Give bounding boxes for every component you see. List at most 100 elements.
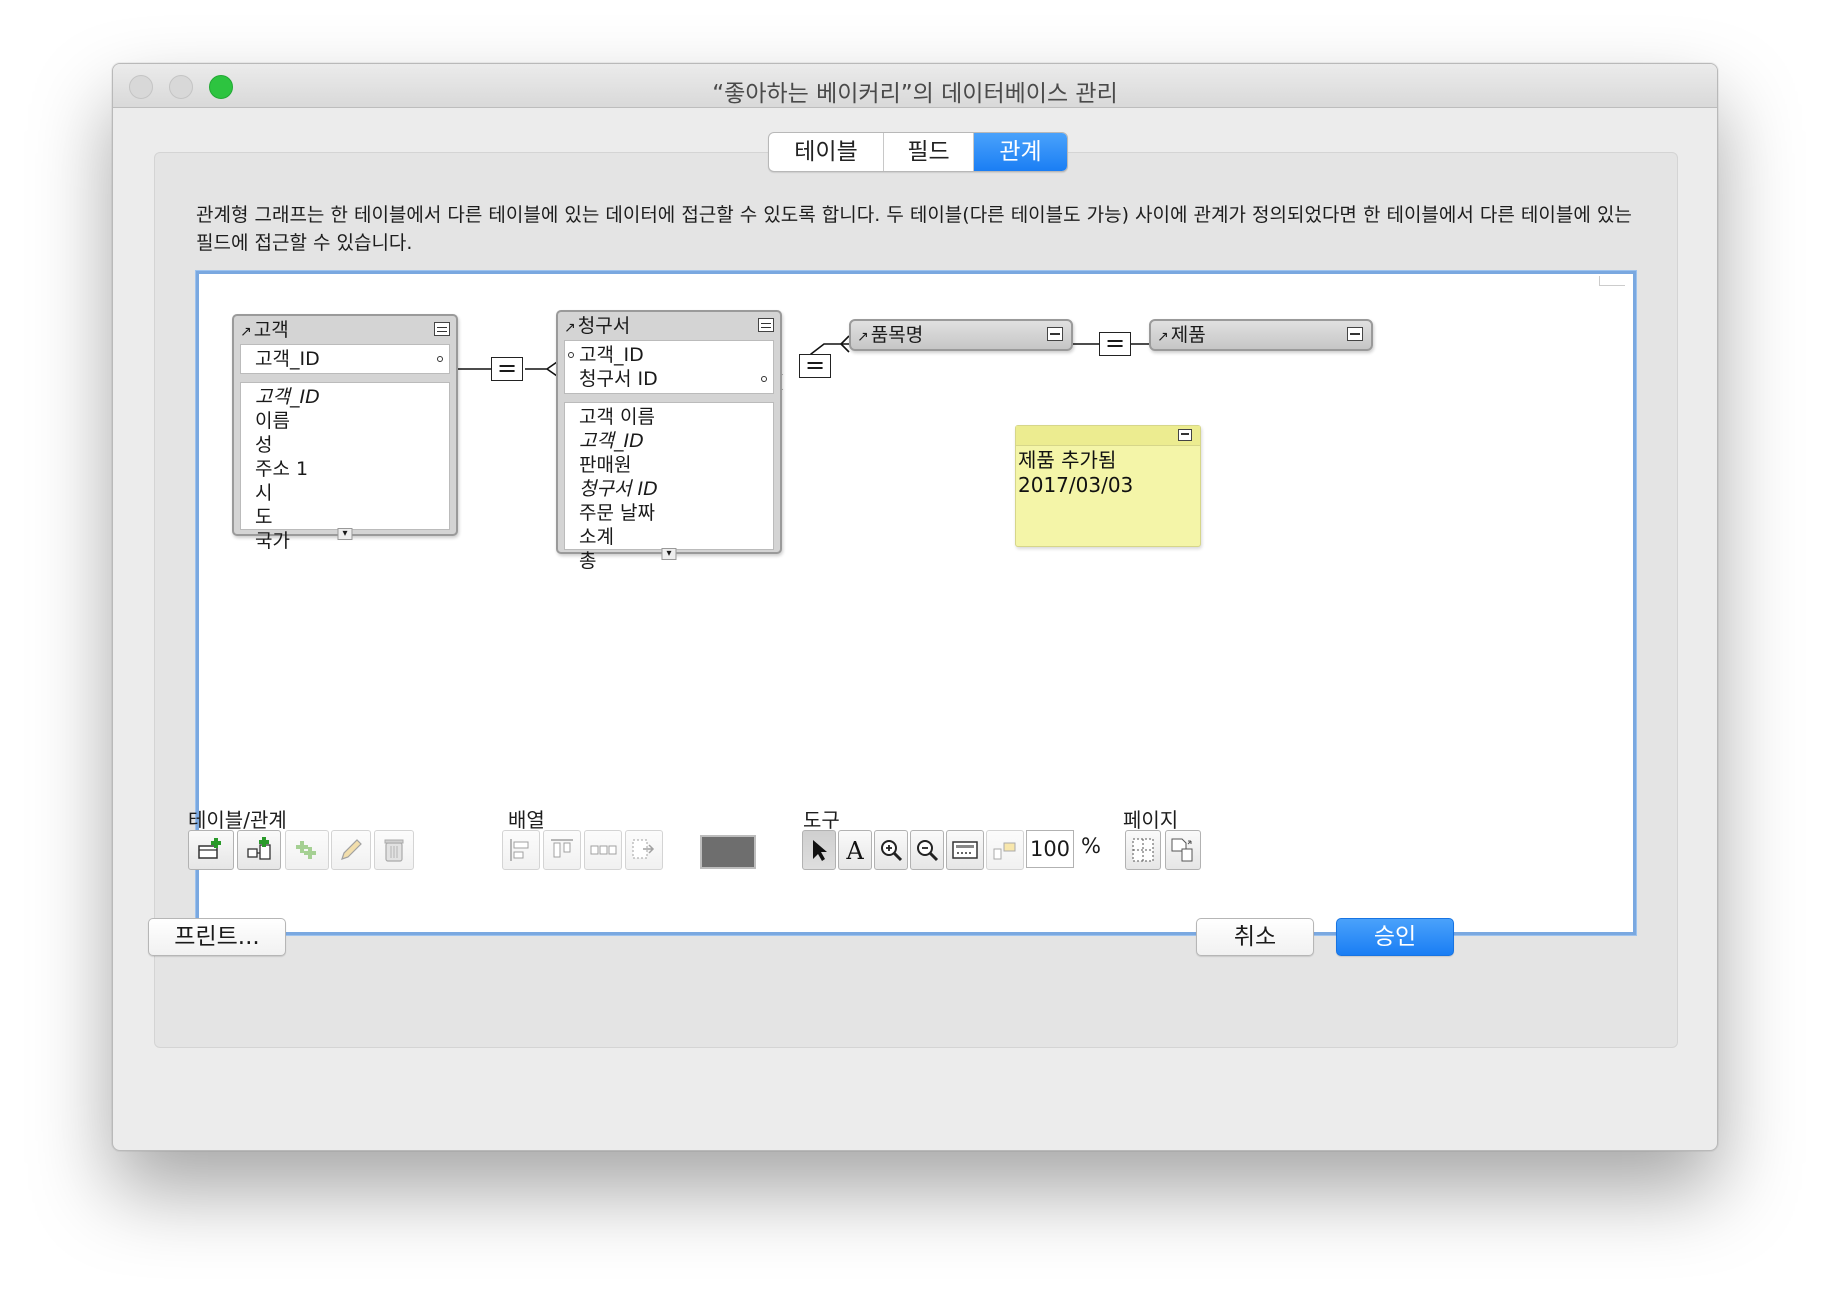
page-setup-button[interactable]	[1165, 830, 1201, 870]
tab-tables[interactable]: 테이블	[769, 133, 884, 171]
resize-button[interactable]	[625, 830, 663, 870]
collapse-note-icon[interactable]	[1178, 429, 1192, 441]
zoom-in-button[interactable]	[874, 830, 908, 870]
distribute-button[interactable]	[584, 830, 622, 870]
table-name: 제품	[1170, 324, 1206, 346]
zoom-percent-field[interactable]: 100	[1026, 830, 1074, 868]
delete-button[interactable]	[374, 830, 414, 870]
relationship-customer-invoice[interactable]	[491, 354, 523, 382]
key-field-list: 고객_ID 청구서 ID	[564, 340, 774, 394]
edit-button[interactable]	[331, 830, 371, 870]
align-top-button[interactable]	[543, 830, 581, 870]
field-item[interactable]: 고객_ID	[255, 385, 449, 409]
key-dot-icon	[437, 356, 443, 362]
scroll-down-icon[interactable]: ▾	[337, 528, 353, 540]
tab-fields[interactable]: 필드	[884, 133, 974, 171]
add-table-icon	[198, 838, 221, 859]
color-swatch-button[interactable]	[700, 835, 756, 869]
text-tool-button[interactable]: A	[838, 830, 872, 870]
tools-label: 도구	[803, 808, 840, 832]
trash-icon	[384, 839, 404, 862]
key-field[interactable]: 고객_ID	[568, 343, 773, 367]
field-item[interactable]: 고객_ID	[579, 429, 773, 453]
page-setup-icon	[1171, 838, 1193, 862]
cancel-button[interactable]: 취소	[1196, 918, 1314, 956]
field-item[interactable]: 판매원	[579, 453, 773, 477]
page-breaks-icon	[1132, 838, 1154, 862]
field-item[interactable]: 이름	[255, 409, 449, 433]
table-scroll-footer[interactable]: ▾	[234, 528, 456, 540]
table-header[interactable]: ↗ 청구서	[558, 312, 780, 340]
relationship-invoice-lineitem[interactable]	[799, 351, 831, 379]
align-button[interactable]	[502, 830, 540, 870]
tab-relationships[interactable]: 관계	[974, 133, 1067, 171]
key-dot-icon	[761, 376, 767, 382]
distribute-icon	[590, 845, 617, 855]
toggle-display-button[interactable]	[946, 830, 984, 870]
note-title-bar[interactable]	[1016, 426, 1200, 446]
expand-table-icon[interactable]	[1047, 327, 1063, 341]
table-occurrence-invoice[interactable]: ↗ 청구서 고객_ID 청구서 ID 고객 이름 고객_ID 판매원 청구서 ID…	[556, 310, 782, 572]
zoom-out-icon	[917, 840, 939, 862]
manage-database-window: “좋아하는 베이커리”의 데이터베이스 관리 테이블 필드 관계 관계형 그래프…	[112, 63, 1718, 1151]
field-item[interactable]: 주문 날짜	[579, 501, 773, 525]
pointer-tool-button[interactable]	[802, 830, 836, 870]
table-occurrence-customer[interactable]: ↗ 고객 고객_ID 고객_ID 이름 성 주소 1 시 도 국가 ▾	[232, 314, 458, 552]
table-occurrence-product[interactable]: ↗ 제품	[1149, 319, 1373, 351]
table-name: 고객	[253, 319, 289, 341]
print-button[interactable]: 프린트...	[148, 918, 286, 956]
field-item[interactable]: 도	[255, 505, 449, 529]
zoom-percent-unit: %	[1081, 834, 1101, 858]
note-text[interactable]: 제품 추가됨 2017/03/03	[1016, 446, 1200, 500]
add-relationship-button[interactable]	[237, 830, 281, 870]
tables-relationships-label: 테이블/관계	[188, 808, 287, 832]
key-dot-icon	[568, 352, 574, 358]
tab-bar: 테이블 필드 관계	[768, 132, 1068, 172]
zoom-in-icon	[881, 840, 903, 862]
key-field[interactable]: 고객_ID	[255, 347, 449, 371]
relationship-lineitem-product[interactable]	[1099, 329, 1131, 357]
page-label: 페이지	[1123, 808, 1179, 832]
table-header[interactable]: ↗ 고객	[234, 316, 456, 344]
sticky-note[interactable]: 제품 추가됨 2017/03/03	[1015, 425, 1201, 547]
field-list[interactable]: 고객 이름 고객_ID 판매원 청구서 ID 주문 날짜 소계 총	[564, 402, 774, 572]
key-field-list: 고객_ID	[240, 344, 450, 374]
align-left-icon	[510, 839, 529, 861]
pointer-arrow-icon	[813, 840, 827, 861]
table-view-button[interactable]	[986, 830, 1024, 870]
title-bar[interactable]: “좋아하는 베이커리”의 데이터베이스 관리	[113, 64, 1717, 108]
field-list[interactable]: 고객_ID 이름 성 주소 1 시 도 국가	[240, 382, 450, 552]
go-to-table-arrow-icon: ↗	[857, 329, 869, 345]
key-field[interactable]: 청구서 ID	[579, 367, 773, 391]
duplicate-button[interactable]	[285, 830, 329, 870]
table-view-icon	[993, 842, 1016, 860]
scroll-down-icon[interactable]: ▾	[661, 548, 677, 560]
resize-icon	[632, 839, 655, 859]
align-top-icon	[551, 839, 573, 858]
table-occurrence-lineitem[interactable]: ↗ 품목명	[849, 319, 1073, 351]
collapse-table-icon[interactable]	[758, 318, 774, 332]
field-item[interactable]: 시	[255, 481, 449, 505]
note-line: 2017/03/03	[1018, 473, 1134, 497]
field-item[interactable]: 고객 이름	[579, 405, 773, 429]
expand-table-icon[interactable]	[1347, 327, 1363, 341]
field-item[interactable]: 소계	[579, 525, 773, 549]
add-table-button[interactable]	[188, 830, 234, 870]
field-item[interactable]: 주소 1	[255, 457, 449, 481]
zoom-out-button[interactable]	[910, 830, 944, 870]
note-line: 제품 추가됨	[1018, 448, 1117, 472]
window-title: “좋아하는 베이커리”의 데이터베이스 관리	[712, 81, 1118, 107]
text-tool-icon: A	[845, 837, 864, 865]
collapse-table-icon[interactable]	[434, 322, 450, 336]
duplicate-icon	[296, 841, 316, 859]
arrange-label: 배열	[508, 808, 545, 832]
svg-text:A: A	[845, 837, 864, 865]
table-name: 청구서	[577, 315, 631, 337]
ok-button[interactable]: 승인	[1336, 918, 1454, 956]
field-item[interactable]: 청구서 ID	[579, 477, 773, 501]
pencil-icon	[341, 839, 362, 860]
show-page-breaks-button[interactable]	[1125, 830, 1161, 870]
table-name: 품목명	[870, 324, 924, 346]
table-scroll-footer[interactable]: ▾	[558, 548, 780, 560]
field-item[interactable]: 성	[255, 433, 449, 457]
